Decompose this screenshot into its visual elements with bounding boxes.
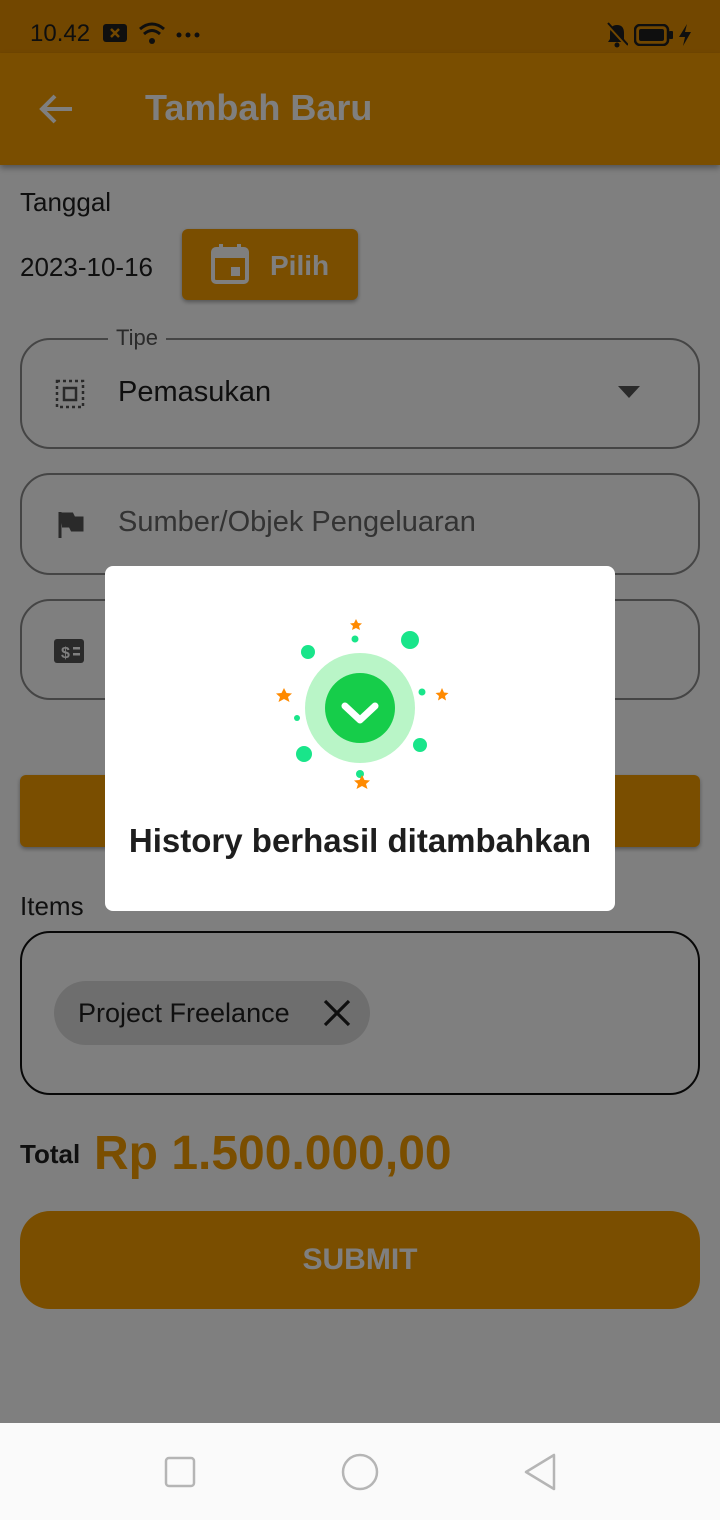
back-triangle-icon[interactable] xyxy=(522,1452,558,1492)
recent-apps-icon[interactable] xyxy=(164,1456,196,1488)
success-dialog: History berhasil ditambahkan xyxy=(105,566,615,911)
home-icon[interactable] xyxy=(340,1452,380,1492)
system-nav-bar xyxy=(0,1423,720,1520)
dialog-message: History berhasil ditambahkan xyxy=(128,822,592,859)
success-check-icon xyxy=(276,619,449,789)
